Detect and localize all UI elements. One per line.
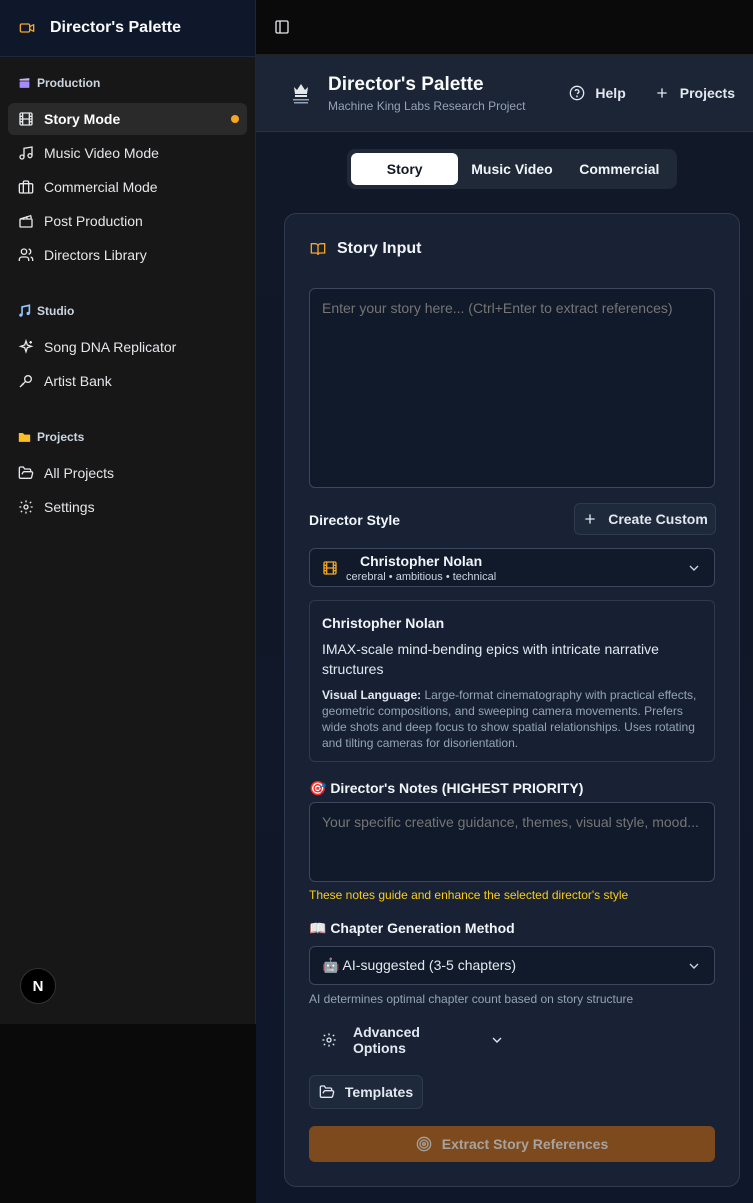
director-style-label: Director Style <box>309 512 401 528</box>
folder-icon <box>18 431 31 444</box>
sidebar-item-label: Artist Bank <box>44 373 112 389</box>
chapter-method-label: 📖 Chapter Generation Method <box>309 920 515 936</box>
create-custom-button[interactable]: Create Custom <box>574 503 716 535</box>
tab-story[interactable]: Story <box>351 153 459 185</box>
microphone-icon <box>18 373 34 389</box>
sidebar-item-label: All Projects <box>44 465 115 481</box>
templates-button[interactable]: Templates <box>309 1075 423 1109</box>
story-textarea[interactable] <box>309 288 715 488</box>
notes-hint: These notes guide and enhance the select… <box>309 888 629 902</box>
sidebar-item-directors-library[interactable]: Directors Library <box>8 239 247 271</box>
app-subtitle: Machine King Labs Research Project <box>328 98 526 113</box>
active-indicator-dot <box>231 115 239 123</box>
sidebar-toggle-icon[interactable] <box>274 19 290 35</box>
music-note-icon <box>18 145 34 161</box>
sparkles-icon <box>18 339 34 355</box>
sidebar-item-music-video-mode[interactable]: Music Video Mode <box>8 137 247 169</box>
director-info-description: IMAX-scale mind-bending epics with intri… <box>322 641 659 677</box>
chevron-down-icon <box>489 1032 505 1048</box>
help-circle-icon <box>569 85 585 101</box>
sidebar-item-story-mode[interactable]: Story Mode <box>8 103 247 135</box>
sidebar-item-commercial-mode[interactable]: Commercial Mode <box>8 171 247 203</box>
top-bar <box>256 0 753 55</box>
group-label-production: Production <box>8 65 247 101</box>
chevron-down-icon <box>686 958 702 974</box>
clapperboard-icon <box>18 213 34 229</box>
sidebar-item-all-projects[interactable]: All Projects <box>8 457 247 489</box>
chapter-hint: AI determines optimal chapter count base… <box>309 992 634 1006</box>
plus-icon <box>654 85 670 101</box>
director-info-box: Christopher Nolan IMAX-scale mind-bendin… <box>309 600 715 762</box>
story-input-card: Story Input Director Style Create Custom… <box>284 213 740 1187</box>
sidebar-item-label: Commercial Mode <box>44 179 158 195</box>
director-visual-language: Visual Language: Large-format cinematogr… <box>322 688 697 750</box>
sidebar: Director's Palette Production Story Mode… <box>0 0 256 1024</box>
clapperboard-icon <box>18 77 31 90</box>
sidebar-item-settings[interactable]: Settings <box>8 491 247 523</box>
mode-tabs: Story Music Video Commercial <box>347 149 677 189</box>
group-label-studio: Studio <box>8 293 247 329</box>
plus-icon <box>582 511 598 527</box>
advanced-options-button[interactable]: Advanced Options <box>309 1024 505 1056</box>
book-open-icon <box>309 240 327 258</box>
extract-story-references-button[interactable]: Extract Story References <box>309 1126 715 1162</box>
tab-commercial[interactable]: Commercial <box>566 153 673 185</box>
folder-open-icon <box>319 1084 335 1100</box>
chevron-down-icon <box>686 560 702 576</box>
chapter-method-select[interactable]: 🤖 AI-suggested (3-5 chapters) <box>309 946 715 985</box>
sidebar-item-label: Music Video Mode <box>44 145 159 161</box>
users-icon <box>18 247 34 263</box>
gear-icon <box>321 1032 337 1048</box>
director-select[interactable]: Christopher Nolan cerebral • ambitious •… <box>309 548 715 587</box>
sidebar-item-artist-bank[interactable]: Artist Bank <box>8 365 247 397</box>
music-notes-icon <box>18 304 31 318</box>
group-label-projects: Projects <box>8 419 247 455</box>
sidebar-app-title: Director's Palette <box>50 19 181 36</box>
director-name: Christopher Nolan <box>360 552 483 569</box>
machine-king-logo <box>290 80 312 106</box>
target-icon <box>416 1136 432 1152</box>
sidebar-item-song-dna-replicator[interactable]: Song DNA Replicator <box>8 331 247 363</box>
sidebar-item-label: Song DNA Replicator <box>44 339 177 355</box>
briefcase-icon <box>18 179 34 195</box>
card-title: Story Input <box>309 240 421 258</box>
app-header: Director's Palette Machine King Labs Res… <box>256 55 753 132</box>
folder-open-icon <box>18 465 34 481</box>
projects-button[interactable]: Projects <box>654 85 735 101</box>
help-button[interactable]: Help <box>569 85 626 101</box>
sidebar-item-label: Post Production <box>44 213 143 229</box>
directors-notes-label: 🎯 Director's Notes (HIGHEST PRIORITY) <box>309 780 584 796</box>
sidebar-item-label: Settings <box>44 499 95 515</box>
main-content: Director's Palette Machine King Labs Res… <box>256 55 753 1203</box>
video-camera-icon <box>16 17 38 39</box>
app-title: Director's Palette <box>328 73 484 95</box>
film-icon <box>322 560 338 576</box>
directors-notes-textarea[interactable] <box>309 802 715 882</box>
director-info-name: Christopher Nolan <box>322 615 445 631</box>
gear-icon <box>18 499 34 515</box>
director-tags: cerebral • ambitious • technical <box>346 570 497 583</box>
user-badge[interactable]: N <box>20 968 56 1004</box>
sidebar-header: Director's Palette <box>0 0 255 57</box>
sidebar-item-post-production[interactable]: Post Production <box>8 205 247 237</box>
tab-music-video[interactable]: Music Video <box>458 153 565 185</box>
chapter-method-value: 🤖 AI-suggested (3-5 chapters) <box>322 957 517 973</box>
film-icon <box>18 111 34 127</box>
sidebar-item-label: Directors Library <box>44 247 147 263</box>
sidebar-item-label: Story Mode <box>44 111 121 127</box>
